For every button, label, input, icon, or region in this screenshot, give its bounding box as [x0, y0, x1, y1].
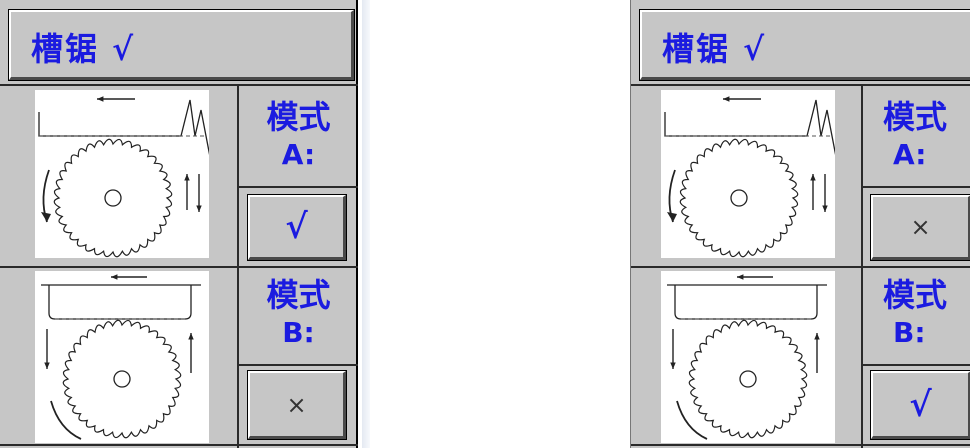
title-bar: 槽锯 √: [8, 9, 355, 81]
divider: [631, 444, 970, 446]
blade-hub: [104, 189, 122, 207]
lift-arrow-head: [814, 333, 820, 340]
workpiece-profile: [664, 99, 835, 156]
saw-diagram-mode-b: [35, 271, 209, 443]
divider: [0, 444, 358, 446]
saw-panel-right: 槽锯 √ 模式 A: × 模式 B: √: [630, 0, 970, 448]
rotation-arc: [676, 400, 708, 440]
mode-a-label: 模式 A:: [883, 98, 948, 171]
groove-profile: [48, 285, 192, 320]
title-bar: 槽锯 √: [639, 9, 970, 81]
blade-hub: [739, 370, 757, 388]
lift-arrow-head: [810, 174, 816, 181]
mode-b-toggle-button[interactable]: √: [870, 370, 970, 440]
blade-hub: [730, 189, 748, 207]
mode-a-label: 模式 A:: [266, 98, 331, 171]
divider: [863, 186, 970, 188]
divider: [0, 266, 358, 268]
divider: [631, 84, 970, 86]
mode-b-label: 模式 B:: [883, 276, 948, 349]
divider: [0, 84, 358, 86]
lift-arrow-head: [184, 174, 190, 181]
feed-arrow-head: [737, 274, 744, 280]
mode-a-toggle-button[interactable]: ×: [870, 194, 970, 261]
rotation-arc: [50, 400, 82, 440]
groove-profile: [674, 285, 818, 320]
panel-title: 槽锯 √: [662, 30, 767, 68]
lower-arrow-head: [822, 205, 828, 212]
feed-arrow-head: [111, 274, 118, 280]
lower-arrow-head: [196, 205, 202, 212]
saw-diagram-mode-a: [661, 90, 835, 258]
divider: [239, 364, 358, 366]
lift-arrow-head: [188, 333, 194, 340]
feed-arrow-head: [723, 96, 730, 102]
saw-diagram-mode-b: [661, 271, 835, 443]
workpiece-profile: [38, 99, 209, 156]
mode-a-toggle-button[interactable]: √: [247, 194, 347, 261]
mode-b-label: 模式 B:: [266, 276, 331, 349]
panel-title: 槽锯 √: [31, 30, 136, 68]
lower-arrow-head: [670, 362, 676, 369]
saw-panel-left: 槽锯 √ 模式 A: √ 模式 B: ×: [0, 0, 370, 448]
divider: [863, 364, 970, 366]
divider: [631, 266, 970, 268]
blade-hub: [113, 370, 131, 388]
feed-arrow-head: [97, 96, 104, 102]
mode-b-toggle-button[interactable]: ×: [247, 370, 347, 440]
saw-diagram-mode-a: [35, 90, 209, 258]
lower-arrow-head: [44, 362, 50, 369]
divider: [239, 186, 358, 188]
